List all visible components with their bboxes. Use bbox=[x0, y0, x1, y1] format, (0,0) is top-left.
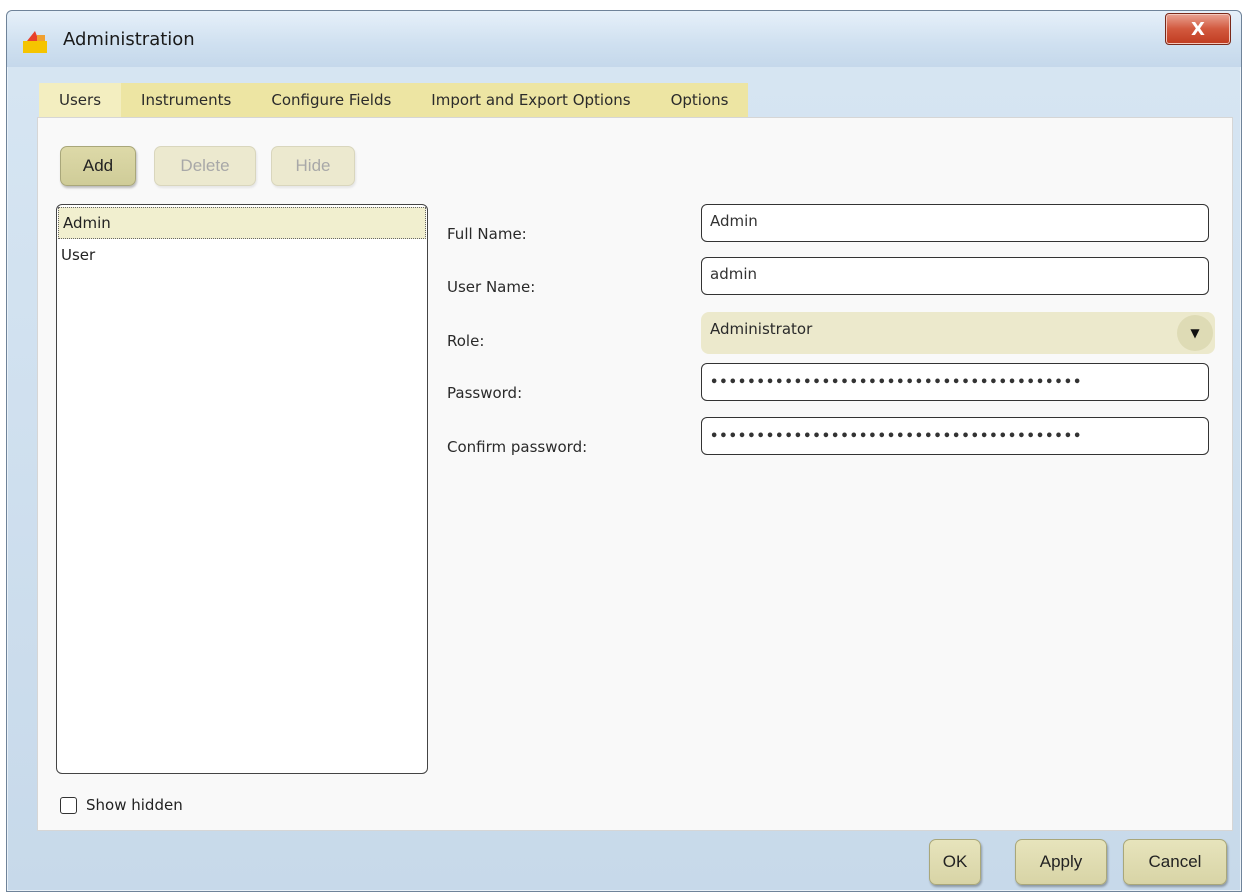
chevron-down-icon[interactable]: ▼ bbox=[1177, 315, 1213, 351]
show-hidden-label: Show hidden bbox=[86, 796, 183, 814]
show-hidden-control[interactable]: Show hidden bbox=[60, 796, 183, 814]
delete-button[interactable]: Delete bbox=[154, 146, 256, 186]
show-hidden-checkbox[interactable] bbox=[60, 796, 77, 814]
user-name-label: User Name: bbox=[447, 278, 536, 296]
tab-configure-fields[interactable]: Configure Fields bbox=[251, 83, 412, 117]
administration-window: Administration X Users Instruments Confi… bbox=[6, 10, 1242, 892]
tab-users[interactable]: Users bbox=[39, 83, 122, 117]
full-name-label: Full Name: bbox=[447, 225, 527, 243]
role-label: Role: bbox=[447, 332, 485, 350]
password-label: Password: bbox=[447, 384, 523, 402]
window-title: Administration bbox=[63, 29, 195, 50]
users-tab-panel: Add Delete Hide Admin User Show hidden F… bbox=[37, 117, 1233, 831]
close-button[interactable]: X bbox=[1165, 13, 1231, 45]
user-list[interactable]: Admin User bbox=[56, 204, 428, 774]
cancel-button[interactable]: Cancel bbox=[1123, 839, 1227, 885]
app-logo-icon bbox=[23, 31, 47, 53]
full-name-field[interactable]: Admin bbox=[701, 204, 1209, 242]
apply-button[interactable]: Apply bbox=[1015, 839, 1107, 885]
ok-button[interactable]: OK bbox=[929, 839, 981, 885]
list-item-admin[interactable]: Admin bbox=[58, 207, 426, 239]
role-select[interactable]: Administrator ▼ bbox=[701, 312, 1215, 354]
user-name-field[interactable]: admin bbox=[701, 257, 1209, 295]
tab-instruments[interactable]: Instruments bbox=[121, 83, 252, 117]
tab-options[interactable]: Options bbox=[650, 83, 749, 117]
list-item-user[interactable]: User bbox=[57, 239, 427, 271]
confirm-password-field[interactable]: •••••••••••••••••••••••••••••••••••••••• bbox=[701, 417, 1209, 455]
role-selected-value: Administrator bbox=[710, 320, 813, 338]
add-button[interactable]: Add bbox=[60, 146, 136, 186]
confirm-password-label: Confirm password: bbox=[447, 438, 588, 456]
title-bar[interactable]: Administration X bbox=[7, 11, 1241, 67]
hide-button[interactable]: Hide bbox=[271, 146, 355, 186]
tab-strip: Users Instruments Configure Fields Impor… bbox=[39, 83, 749, 117]
password-field[interactable]: •••••••••••••••••••••••••••••••••••••••• bbox=[701, 363, 1209, 401]
tab-import-export-options[interactable]: Import and Export Options bbox=[411, 83, 651, 117]
